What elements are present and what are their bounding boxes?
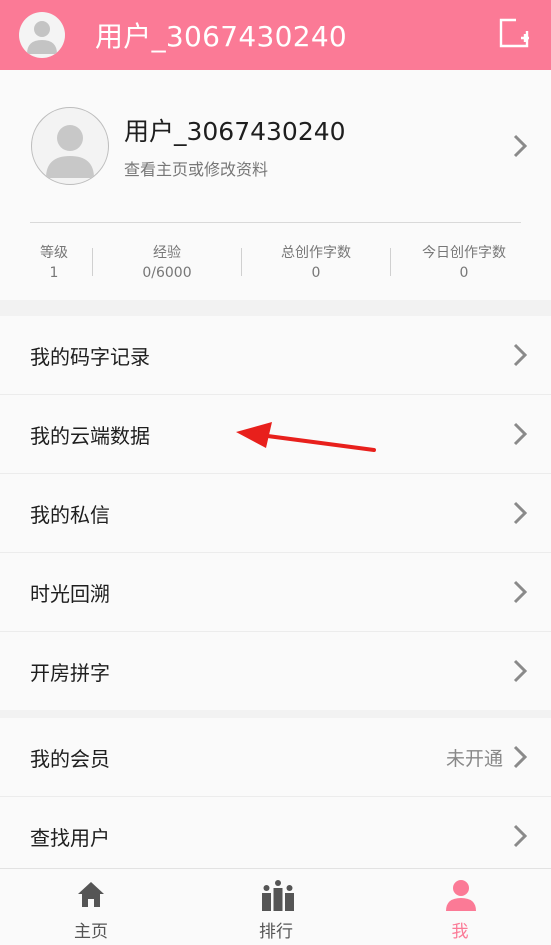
chevron-right-icon — [513, 501, 527, 525]
nav-label: 排行 — [259, 922, 293, 942]
profile-card[interactable]: 用户_3067430240 查看主页或修改资料 等级 1 经验 0/6000 总… — [0, 70, 551, 300]
menu-item-label: 开房拼字 — [30, 660, 110, 685]
ranking-icon — [262, 880, 294, 911]
stat-label: 今日创作字数 — [422, 245, 506, 261]
nav-label: 我 — [451, 922, 469, 942]
stat-value: 0 — [459, 265, 469, 281]
chevron-right-icon — [513, 422, 527, 446]
chevron-right-icon — [513, 824, 527, 848]
stat-value: 0/6000 — [142, 265, 192, 281]
stat-today-words: 今日创作字数 0 — [406, 243, 522, 283]
nav-me[interactable]: 我 — [400, 869, 520, 945]
stat-separator — [92, 248, 93, 276]
stat-value: 1 — [49, 265, 59, 281]
menu-item-find-user[interactable]: 查找用户 — [0, 797, 551, 875]
menu-group-secondary: 我的会员 未开通 查找用户 — [0, 718, 551, 875]
header-title: 用户_3067430240 — [95, 20, 348, 53]
profile-avatar-icon[interactable] — [31, 107, 109, 185]
add-note-icon[interactable] — [499, 18, 529, 48]
profile-subtitle: 查看主页或修改资料 — [124, 160, 269, 179]
stat-label: 总创作字数 — [281, 245, 351, 261]
menu-item-label: 我的码字记录 — [30, 344, 150, 369]
menu-item-typing-records[interactable]: 我的码字记录 — [0, 316, 551, 394]
menu-item-room-typing[interactable]: 开房拼字 — [0, 632, 551, 710]
menu-item-time-rewind[interactable]: 时光回溯 — [0, 553, 551, 631]
stat-label: 经验 — [153, 245, 181, 261]
stat-separator — [390, 248, 391, 276]
chevron-right-icon — [513, 134, 527, 158]
menu-item-label: 我的云端数据 — [30, 423, 150, 448]
stat-separator — [241, 248, 242, 276]
menu-item-membership[interactable]: 我的会员 未开通 — [0, 718, 551, 796]
top-bar: 用户_3067430240 — [0, 0, 551, 70]
menu-item-label: 我的会员 — [30, 746, 110, 771]
stat-total-words: 总创作字数 0 — [262, 243, 370, 283]
profile-name: 用户_3067430240 — [124, 117, 346, 146]
chevron-right-icon — [513, 580, 527, 604]
chevron-right-icon — [513, 343, 527, 367]
menu-group-main: 我的码字记录 我的云端数据 我的私信 时光回溯 开房拼字 — [0, 316, 551, 710]
nav-label: 主页 — [74, 922, 108, 942]
nav-home[interactable]: 主页 — [31, 869, 151, 945]
stat-value: 0 — [311, 265, 321, 281]
membership-status: 未开通 — [445, 747, 503, 770]
red-arrow-annotation — [236, 422, 376, 452]
menu-item-label: 我的私信 — [30, 502, 110, 527]
menu-item-label: 查找用户 — [30, 825, 110, 850]
user-icon — [446, 880, 476, 911]
nav-ranking[interactable]: 排行 — [216, 869, 336, 945]
stat-label: 等级 — [40, 245, 68, 261]
home-icon — [78, 882, 104, 907]
chevron-right-icon — [513, 659, 527, 683]
chevron-right-icon — [513, 745, 527, 769]
menu-item-label: 时光回溯 — [30, 581, 110, 606]
bottom-navigation: 主页 排行 我 — [0, 868, 551, 945]
stat-level: 等级 1 — [18, 243, 90, 283]
divider — [30, 222, 521, 223]
stat-experience: 经验 0/6000 — [120, 243, 214, 283]
header-avatar-icon[interactable] — [19, 12, 65, 58]
menu-item-messages[interactable]: 我的私信 — [0, 474, 551, 552]
